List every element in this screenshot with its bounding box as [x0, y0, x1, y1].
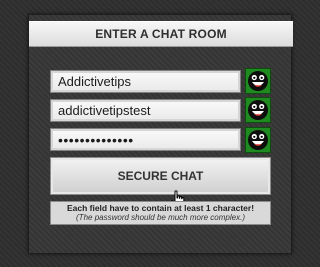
happy-face-icon: [248, 71, 268, 91]
note-line-2: (The password should be much more comple…: [76, 213, 245, 222]
nickname-field[interactable]: [50, 99, 241, 122]
dialog-title: ENTER A CHAT ROOM: [95, 27, 227, 41]
room-name-field[interactable]: [50, 70, 241, 93]
dialog-title-bar: ENTER A CHAT ROOM: [29, 21, 293, 47]
nickname-input[interactable]: [58, 103, 240, 118]
note-line-1: Each field have to contain at least 1 ch…: [66, 203, 255, 213]
room-name-status: [245, 68, 271, 94]
chat-room-panel: ENTER A CHAT ROOM Addictivetips addictiv…: [28, 14, 293, 254]
nickname-status: [245, 97, 271, 123]
password-field[interactable]: [50, 128, 241, 151]
password-input[interactable]: [58, 131, 240, 148]
password-status: [245, 127, 271, 153]
happy-face-icon: [248, 130, 268, 150]
secure-chat-button[interactable]: SECURE CHAT: [50, 157, 271, 195]
validation-note: Each field have to contain at least 1 ch…: [50, 201, 271, 225]
room-name-input[interactable]: [58, 74, 240, 89]
happy-face-icon: [248, 100, 268, 120]
